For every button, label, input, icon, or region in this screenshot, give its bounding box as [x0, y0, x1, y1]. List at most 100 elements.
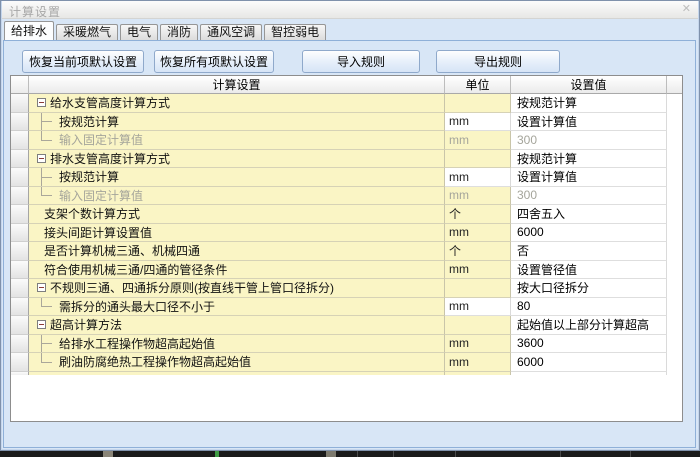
setting-name-cell[interactable]: 输入固定计算值 — [29, 186, 445, 205]
column-header-unit: 单位 — [445, 76, 511, 94]
setting-name-cell[interactable]: 刷油防腐绝热工程操作物超高起始值 — [29, 353, 445, 372]
setting-name-cell[interactable]: 按规范计算 — [29, 112, 445, 131]
partial-row — [11, 371, 682, 375]
table-row: 给水支管高度计算方式 按规范计算 — [11, 94, 682, 113]
table-row: 超高计算方法 起始值以上部分计算超高 — [11, 316, 682, 335]
setting-name: 接头间距计算设置值 — [44, 225, 153, 240]
restore-all-defaults-button[interactable]: 恢复所有项默认设置 — [154, 50, 274, 73]
taskbar-divider — [630, 451, 631, 457]
window-title: 计算设置 — [9, 5, 62, 19]
tab-strip: 给排水 采暖燃气 电气 消防 通风空调 智控弱电 — [4, 21, 328, 40]
value-cell[interactable]: 起始值以上部分计算超高 — [511, 316, 667, 335]
value-cell[interactable]: 设置计算值 — [511, 168, 667, 187]
value-cell[interactable]: 设置计算值 — [511, 112, 667, 131]
row-header-cell — [11, 112, 29, 131]
table-row: 符合使用机械三通/四通的管径条件 mm 设置管径值 — [11, 260, 682, 279]
table-row: 按规范计算 mm 设置计算值 — [11, 112, 682, 131]
setting-name-cell[interactable]: 输入固定计算值 — [29, 131, 445, 150]
value-cell[interactable]: 按规范计算 — [511, 94, 667, 113]
table-row: 输入固定计算值 mm 300 — [11, 186, 682, 205]
collapse-minus-icon[interactable] — [37, 283, 46, 293]
taskbar[interactable] — [0, 451, 700, 457]
unit-cell: 个 — [445, 242, 511, 261]
setting-name-cell[interactable]: 超高计算方法 — [29, 316, 445, 335]
table-header-row: 计算设置 单位 设置值 — [11, 76, 682, 94]
unit-cell: mm — [445, 168, 511, 187]
setting-name-cell[interactable]: 排水支管高度计算方式 — [29, 149, 445, 168]
row-header-cell — [11, 168, 29, 187]
calculation-settings-window: 计算设置 ✕ 给排水 采暖燃气 电气 消防 通风空调 智控弱电 恢复当前项默认设置 恢复所有… — [0, 0, 700, 457]
value-cell[interactable]: 6000 — [511, 353, 667, 372]
value-cell[interactable]: 3600 — [511, 334, 667, 353]
unit-cell: mm — [445, 260, 511, 279]
unit-cell — [445, 279, 511, 298]
partial-unit-cell — [445, 371, 511, 375]
table-row: 需拆分的通头最大口径不小于 mm 80 — [11, 297, 682, 316]
value-cell[interactable]: 四舍五入 — [511, 205, 667, 224]
value-cell[interactable]: 6000 — [511, 223, 667, 242]
value-cell[interactable]: 300 — [511, 131, 667, 150]
setting-name: 支架个数计算方式 — [44, 207, 141, 222]
value-cell[interactable]: 按大口径拆分 — [511, 279, 667, 298]
value-cell[interactable]: 设置管径值 — [511, 260, 667, 279]
value-cell[interactable]: 按规范计算 — [511, 149, 667, 168]
setting-name-cell[interactable]: 需拆分的通头最大口径不小于 — [29, 297, 445, 316]
setting-name: 超高计算方法 — [50, 318, 123, 333]
setting-name: 不规则三通、四通拆分原则(按直线干管上管口径拆分) — [50, 281, 334, 296]
setting-name-cell[interactable]: 支架个数计算方式 — [29, 205, 445, 224]
tab-智控弱电[interactable]: 智控弱电 — [264, 24, 327, 40]
unit-cell: mm — [445, 186, 511, 205]
tree-branch-icon — [37, 353, 59, 371]
setting-name: 输入固定计算值 — [59, 133, 144, 148]
setting-name-cell[interactable]: 给排水工程操作物超高起始值 — [29, 334, 445, 353]
taskbar-item — [326, 451, 336, 457]
taskbar-item — [103, 451, 113, 457]
titlebar[interactable]: 计算设置 ✕ — [0, 0, 700, 19]
collapse-minus-icon[interactable] — [37, 153, 46, 163]
setting-name-cell[interactable]: 接头间距计算设置值 — [29, 223, 445, 242]
tree-branch-icon — [37, 131, 59, 149]
setting-name: 符合使用机械三通/四通的管径条件 — [44, 262, 228, 277]
partial-name-cell — [29, 371, 445, 375]
taskbar-divider — [455, 451, 456, 457]
value-cell[interactable]: 否 — [511, 242, 667, 261]
setting-name-cell[interactable]: 不规则三通、四通拆分原则(按直线干管上管口径拆分) — [29, 279, 445, 298]
unit-cell: mm — [445, 353, 511, 372]
value-cell[interactable]: 300 — [511, 186, 667, 205]
corner-header-cell — [11, 76, 29, 94]
column-header-filler — [667, 76, 682, 94]
tab-电气[interactable]: 电气 — [120, 24, 159, 40]
setting-name-cell[interactable]: 是否计算机械三通、机械四通 — [29, 242, 445, 261]
row-header-cell — [11, 279, 29, 298]
unit-cell — [445, 94, 511, 113]
collapse-minus-icon[interactable] — [37, 98, 46, 108]
tab-采暖燃气[interactable]: 采暖燃气 — [56, 24, 119, 40]
tab-通风空调[interactable]: 通风空调 — [200, 24, 263, 40]
row-header-cell — [11, 205, 29, 224]
partial-value-cell — [511, 371, 667, 375]
setting-name: 给排水工程操作物超高起始值 — [59, 336, 216, 351]
unit-cell: mm — [445, 223, 511, 242]
setting-name-cell[interactable]: 按规范计算 — [29, 168, 445, 187]
export-rules-button[interactable]: 导出规则 — [436, 50, 560, 73]
table-row: 输入固定计算值 mm 300 — [11, 131, 682, 150]
restore-current-defaults-button[interactable]: 恢复当前项默认设置 — [22, 50, 144, 73]
value-cell[interactable]: 80 — [511, 297, 667, 316]
unit-cell: mm — [445, 112, 511, 131]
row-header-cell — [11, 297, 29, 316]
tree-branch-icon — [37, 186, 59, 205]
row-header-cell — [11, 353, 29, 372]
setting-name-cell[interactable]: 符合使用机械三通/四通的管径条件 — [29, 260, 445, 279]
import-rules-button[interactable]: 导入规则 — [302, 50, 420, 73]
setting-name-cell[interactable]: 给水支管高度计算方式 — [29, 94, 445, 113]
tree-branch-icon — [37, 334, 59, 352]
unit-cell: mm — [445, 297, 511, 316]
unit-cell — [445, 316, 511, 335]
tree-branch-icon — [37, 297, 59, 316]
tab-给排水[interactable]: 给排水 — [4, 21, 55, 40]
collapse-minus-icon[interactable] — [37, 320, 46, 330]
row-header-cell — [11, 334, 29, 353]
tree-branch-icon — [37, 112, 59, 130]
close-icon[interactable]: ✕ — [682, 2, 691, 15]
tab-消防[interactable]: 消防 — [160, 24, 199, 40]
